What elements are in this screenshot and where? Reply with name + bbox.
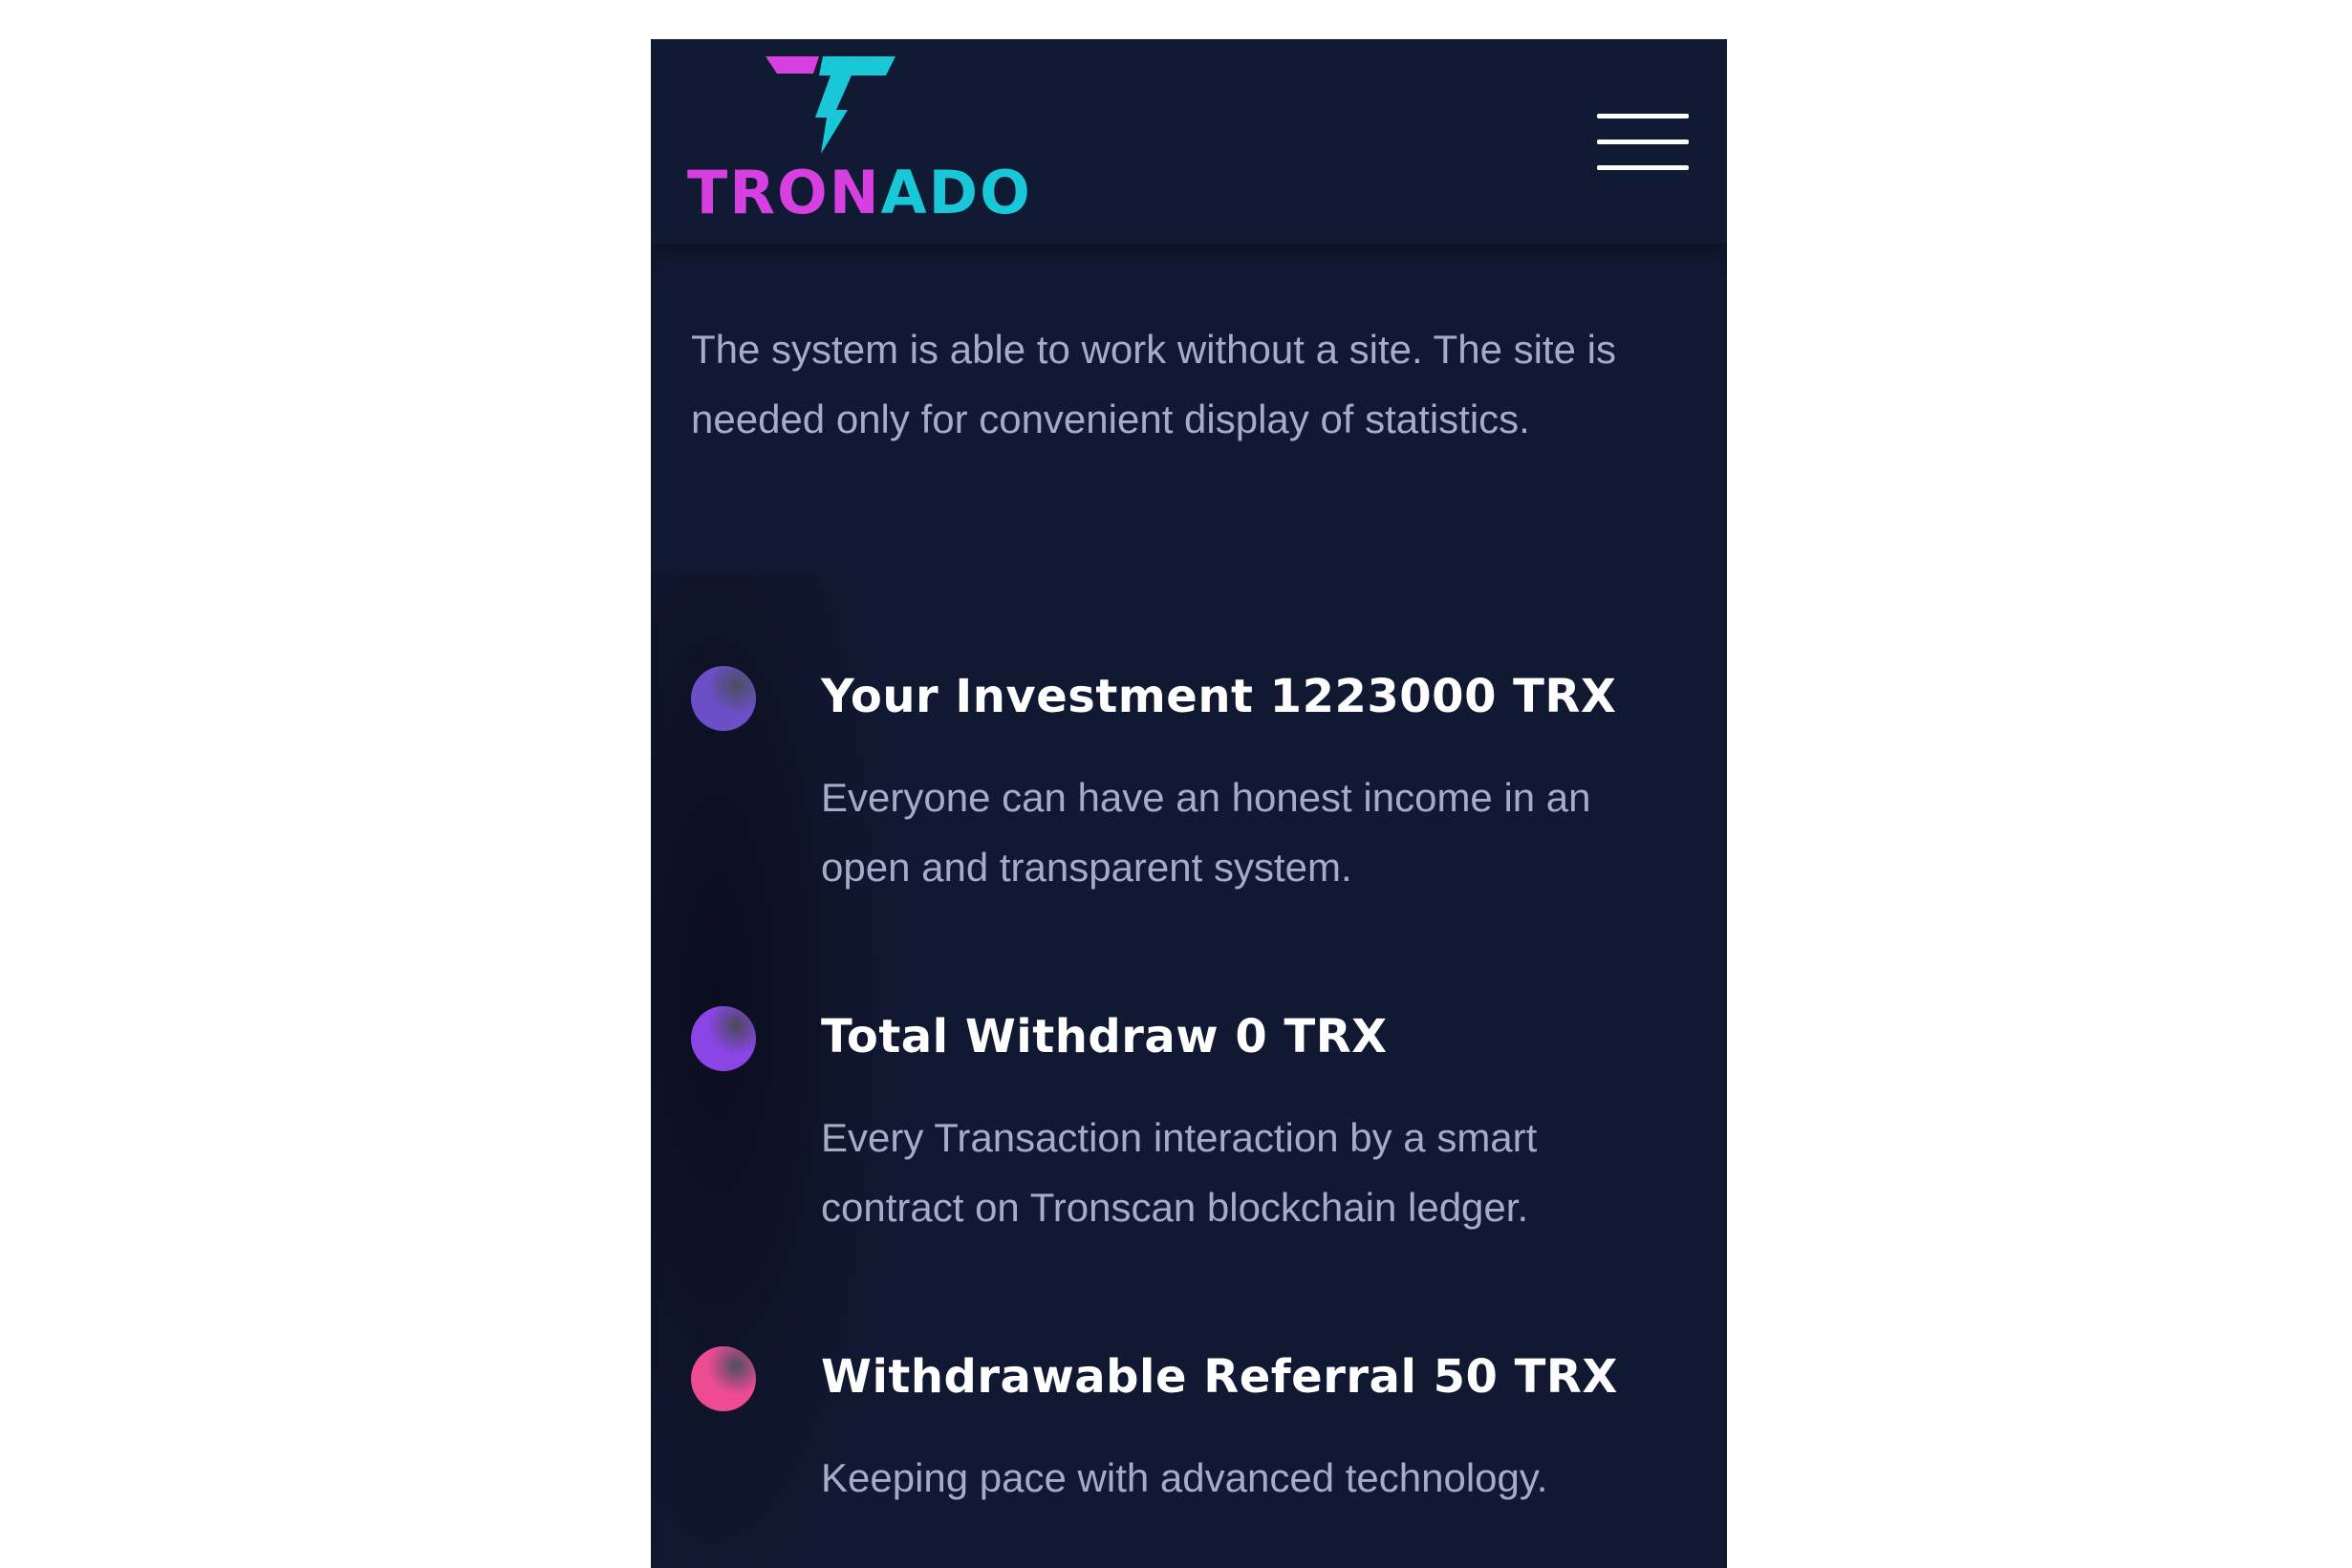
withdraw-title: Total Withdraw 0 TRX [821,1010,1388,1063]
lightning-t-logo-icon [766,56,895,154]
referral-title: Withdrawable Referral 50 TRX [821,1350,1618,1404]
pink-dot-icon [691,1346,756,1411]
intro-text: The system is able to work without a sit… [691,327,1616,441]
background-shadow [651,574,899,1568]
investment-description: Everyone can have an honest income in an… [821,775,1591,890]
investment-title: Your Investment 1223000 TRX [821,670,1617,723]
top-header: TRONADO [651,39,1727,244]
withdraw-description: Every Transaction interaction by a smart… [821,1115,1538,1230]
logo-wordmark-part2: ADO [880,158,1032,227]
menu-line-middle [1597,140,1689,144]
hamburger-menu-icon[interactable] [1597,114,1693,171]
logo-wordmark-part1: TRON [687,158,881,227]
referral-description: Keeping pace with advanced technology. [821,1455,1548,1500]
purple-dot-icon [691,1006,756,1071]
indigo-dot-icon [691,666,756,731]
logo-wordmark: TRONADO [687,160,1032,226]
tronado-logo[interactable]: TRONADO [687,53,1030,234]
menu-line-bottom [1597,165,1689,170]
app-screen: TRONADO The system is able to work witho… [651,39,1727,1568]
menu-line-top [1597,114,1689,118]
